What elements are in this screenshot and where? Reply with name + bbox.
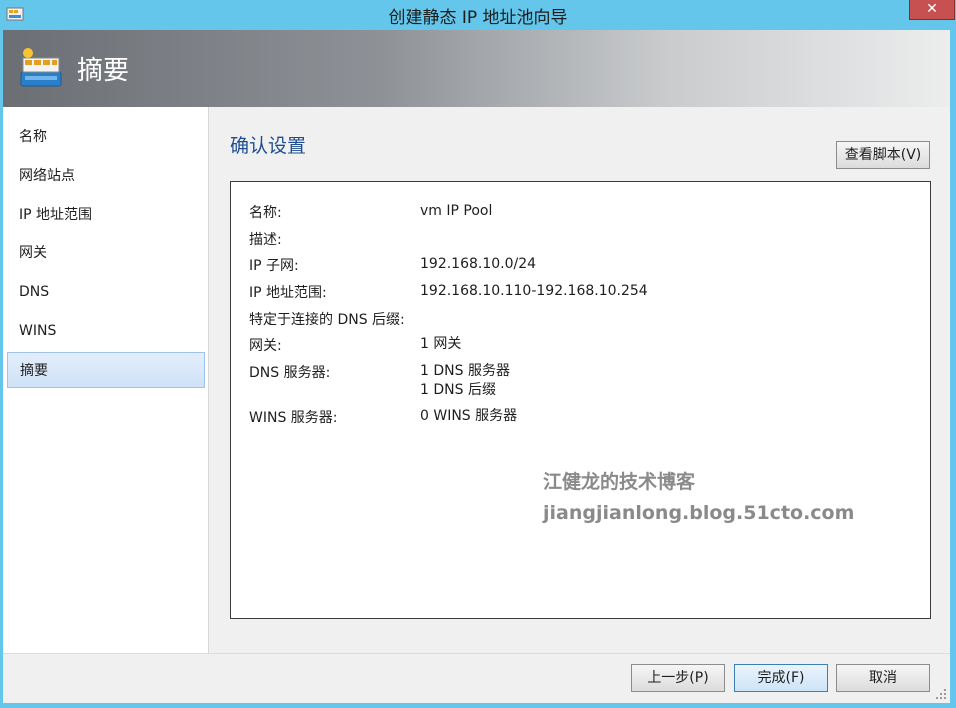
nav-item-wins[interactable]: WINS xyxy=(7,313,205,349)
nav-item-name[interactable]: 名称 xyxy=(7,119,205,155)
summary-value-secondary: 1 DNS 后缀 xyxy=(420,382,496,398)
summary-label: 网关: xyxy=(249,338,282,354)
finish-button[interactable]: 完成(F) xyxy=(734,664,828,692)
summary-value: 1 DNS 服务器 xyxy=(420,363,510,379)
summary-label: 名称: xyxy=(249,205,282,221)
nav-item-ip-range[interactable]: IP 地址范围 xyxy=(7,197,205,233)
summary-label: DNS 服务器: xyxy=(249,365,331,381)
wizard-step-nav: 名称 网络站点 IP 地址范围 网关 DNS WINS 摘要 xyxy=(3,107,209,653)
close-icon: ✕ xyxy=(926,1,938,17)
header-banner: 摘要 xyxy=(3,30,950,107)
wizard-footer: 上一步(P) 完成(F) 取消 xyxy=(3,653,950,703)
close-button[interactable]: ✕ xyxy=(909,0,955,20)
watermark-text: 江健龙的技术博客 xyxy=(543,471,696,493)
summary-value: 0 WINS 服务器 xyxy=(420,408,518,424)
wizard-window: 创建静态 IP 地址池向导 ✕ 摘要 名称 网络站点 IP 地址范围 网关 DN… xyxy=(0,0,956,708)
view-script-button[interactable]: 查看脚本(V) xyxy=(836,141,930,169)
cancel-button[interactable]: 取消 xyxy=(836,664,930,692)
summary-box: 名称: vm IP Pool 描述: IP 子网: 192.168.10.0/2… xyxy=(230,181,931,619)
summary-value: vm IP Pool xyxy=(420,203,493,219)
summary-label: 描述: xyxy=(249,232,282,248)
title-bar[interactable]: 创建静态 IP 地址池向导 ✕ xyxy=(0,0,956,30)
watermark-url: jiangjianlong.blog.51cto.com xyxy=(543,502,855,524)
previous-button[interactable]: 上一步(P) xyxy=(631,664,725,692)
nav-item-summary[interactable]: 摘要 xyxy=(7,352,205,388)
wizard-client-area: 摘要 名称 网络站点 IP 地址范围 网关 DNS WINS 摘要 确认设置 查… xyxy=(3,30,950,703)
ip-pool-wizard-icon xyxy=(20,48,62,87)
summary-value: 192.168.10.110-192.168.10.254 xyxy=(420,283,648,299)
summary-label: 特定于连接的 DNS 后缀: xyxy=(249,312,405,328)
nav-item-network-site[interactable]: 网络站点 xyxy=(7,158,205,194)
summary-value: 1 网关 xyxy=(420,336,462,352)
summary-label: WINS 服务器: xyxy=(249,410,338,426)
summary-label: IP 子网: xyxy=(249,258,299,274)
window-title: 创建静态 IP 地址池向导 xyxy=(388,8,568,28)
main-panel: 确认设置 查看脚本(V) 名称: vm IP Pool 描述: IP 子网: 1… xyxy=(210,107,950,653)
summary-label: IP 地址范围: xyxy=(249,285,327,301)
page-title: 摘要 xyxy=(77,56,130,86)
nav-item-gateway[interactable]: 网关 xyxy=(7,235,205,271)
section-title: 确认设置 xyxy=(230,135,307,157)
nav-item-dns[interactable]: DNS xyxy=(7,274,205,310)
summary-value: 192.168.10.0/24 xyxy=(420,256,537,272)
resize-grip-icon[interactable] xyxy=(934,687,948,701)
